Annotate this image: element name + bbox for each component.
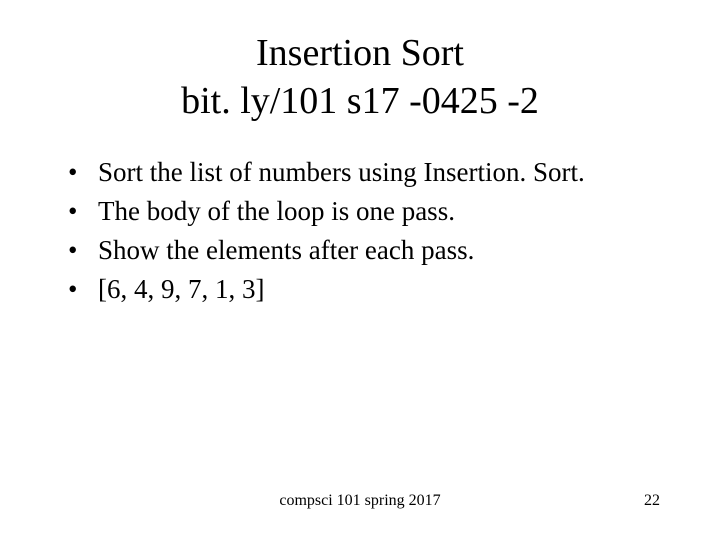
list-item: The body of the loop is one pass.	[68, 192, 670, 231]
bullet-text: Sort the list of numbers using Insertion…	[98, 157, 585, 187]
bullet-text: Show the elements after each pass.	[98, 235, 474, 265]
footer-page-number: 22	[644, 492, 660, 510]
list-item: Show the elements after each pass.	[68, 231, 670, 270]
title-line-2: bit. ly/101 s17 -0425 -2	[50, 78, 670, 126]
slide-title-block: Insertion Sort bit. ly/101 s17 -0425 -2	[50, 30, 670, 125]
list-item: [6, 4, 9, 7, 1, 3]	[68, 270, 670, 309]
bullet-text: The body of the loop is one pass.	[98, 196, 455, 226]
slide-container: Insertion Sort bit. ly/101 s17 -0425 -2 …	[0, 0, 720, 540]
bullet-list: Sort the list of numbers using Insertion…	[50, 153, 670, 310]
bullet-text: [6, 4, 9, 7, 1, 3]	[98, 274, 264, 304]
footer-course-label: compsci 101 spring 2017	[279, 492, 440, 510]
title-line-1: Insertion Sort	[50, 30, 670, 78]
list-item: Sort the list of numbers using Insertion…	[68, 153, 670, 192]
slide-footer: compsci 101 spring 2017 22	[0, 492, 720, 510]
